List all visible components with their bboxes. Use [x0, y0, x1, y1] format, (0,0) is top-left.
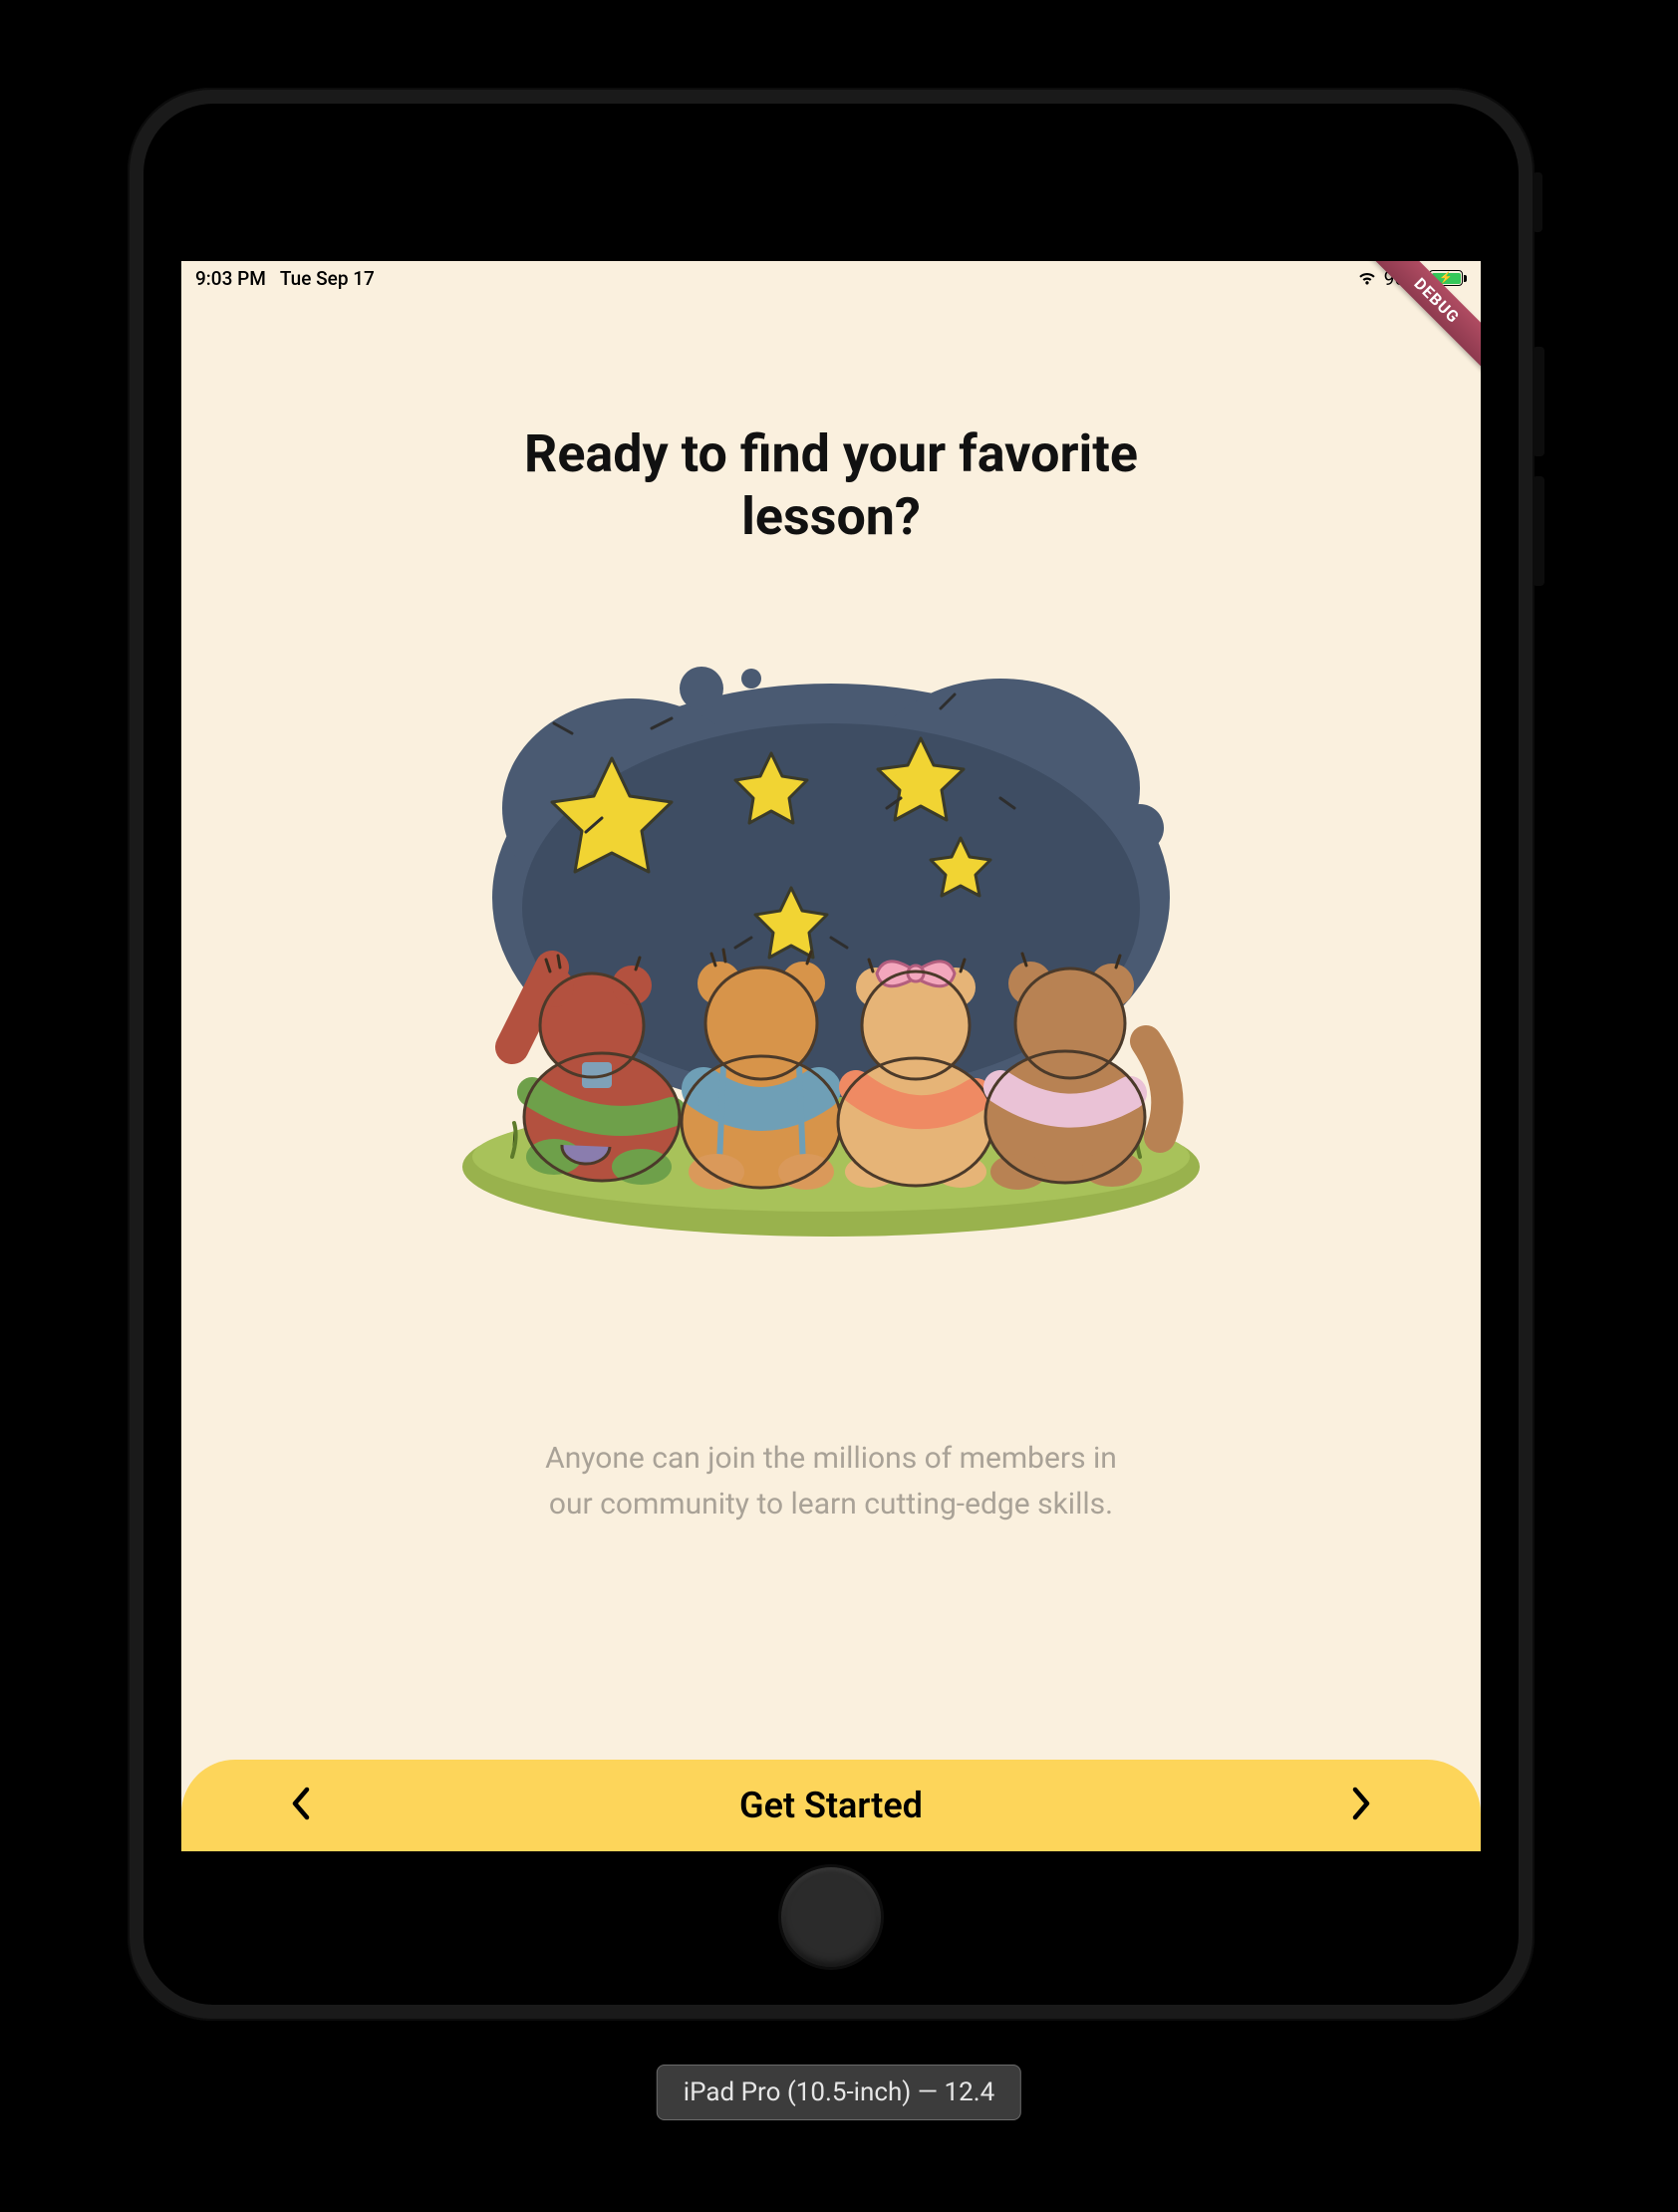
- wifi-icon: [1356, 267, 1378, 290]
- onboarding-illustration: [442, 639, 1220, 1237]
- cta-bar: Get Started: [181, 1760, 1481, 1851]
- status-time: 9:03 PM: [195, 267, 266, 290]
- status-left: 9:03 PM Tue Sep 17: [195, 267, 375, 290]
- status-bar: 9:03 PM Tue Sep 17 96% ⚡: [181, 261, 1481, 295]
- previous-button[interactable]: [281, 1786, 321, 1825]
- simulator-label: iPad Pro (10.5-inch) — 12.4: [657, 2065, 1021, 2120]
- next-button[interactable]: [1341, 1786, 1381, 1825]
- home-button[interactable]: [781, 1867, 881, 1967]
- chevron-right-icon: [1350, 1787, 1372, 1824]
- onboarding-subtitle: Anyone can join the millions of members …: [522, 1436, 1140, 1528]
- onboarding-title: Ready to find your favorite lesson?: [482, 422, 1180, 549]
- status-date: Tue Sep 17: [280, 267, 375, 290]
- ipad-frame: 9:03 PM Tue Sep 17 96% ⚡: [128, 88, 1535, 2021]
- device-power-button: [1533, 172, 1542, 232]
- onboarding-content: Ready to find your favorite lesson?: [181, 295, 1481, 1851]
- screen: 9:03 PM Tue Sep 17 96% ⚡: [181, 261, 1481, 1851]
- chevron-left-icon: [290, 1787, 312, 1824]
- get-started-button[interactable]: Get Started: [739, 1785, 923, 1826]
- device-volume-up: [1533, 347, 1544, 456]
- device-volume-down: [1533, 476, 1544, 586]
